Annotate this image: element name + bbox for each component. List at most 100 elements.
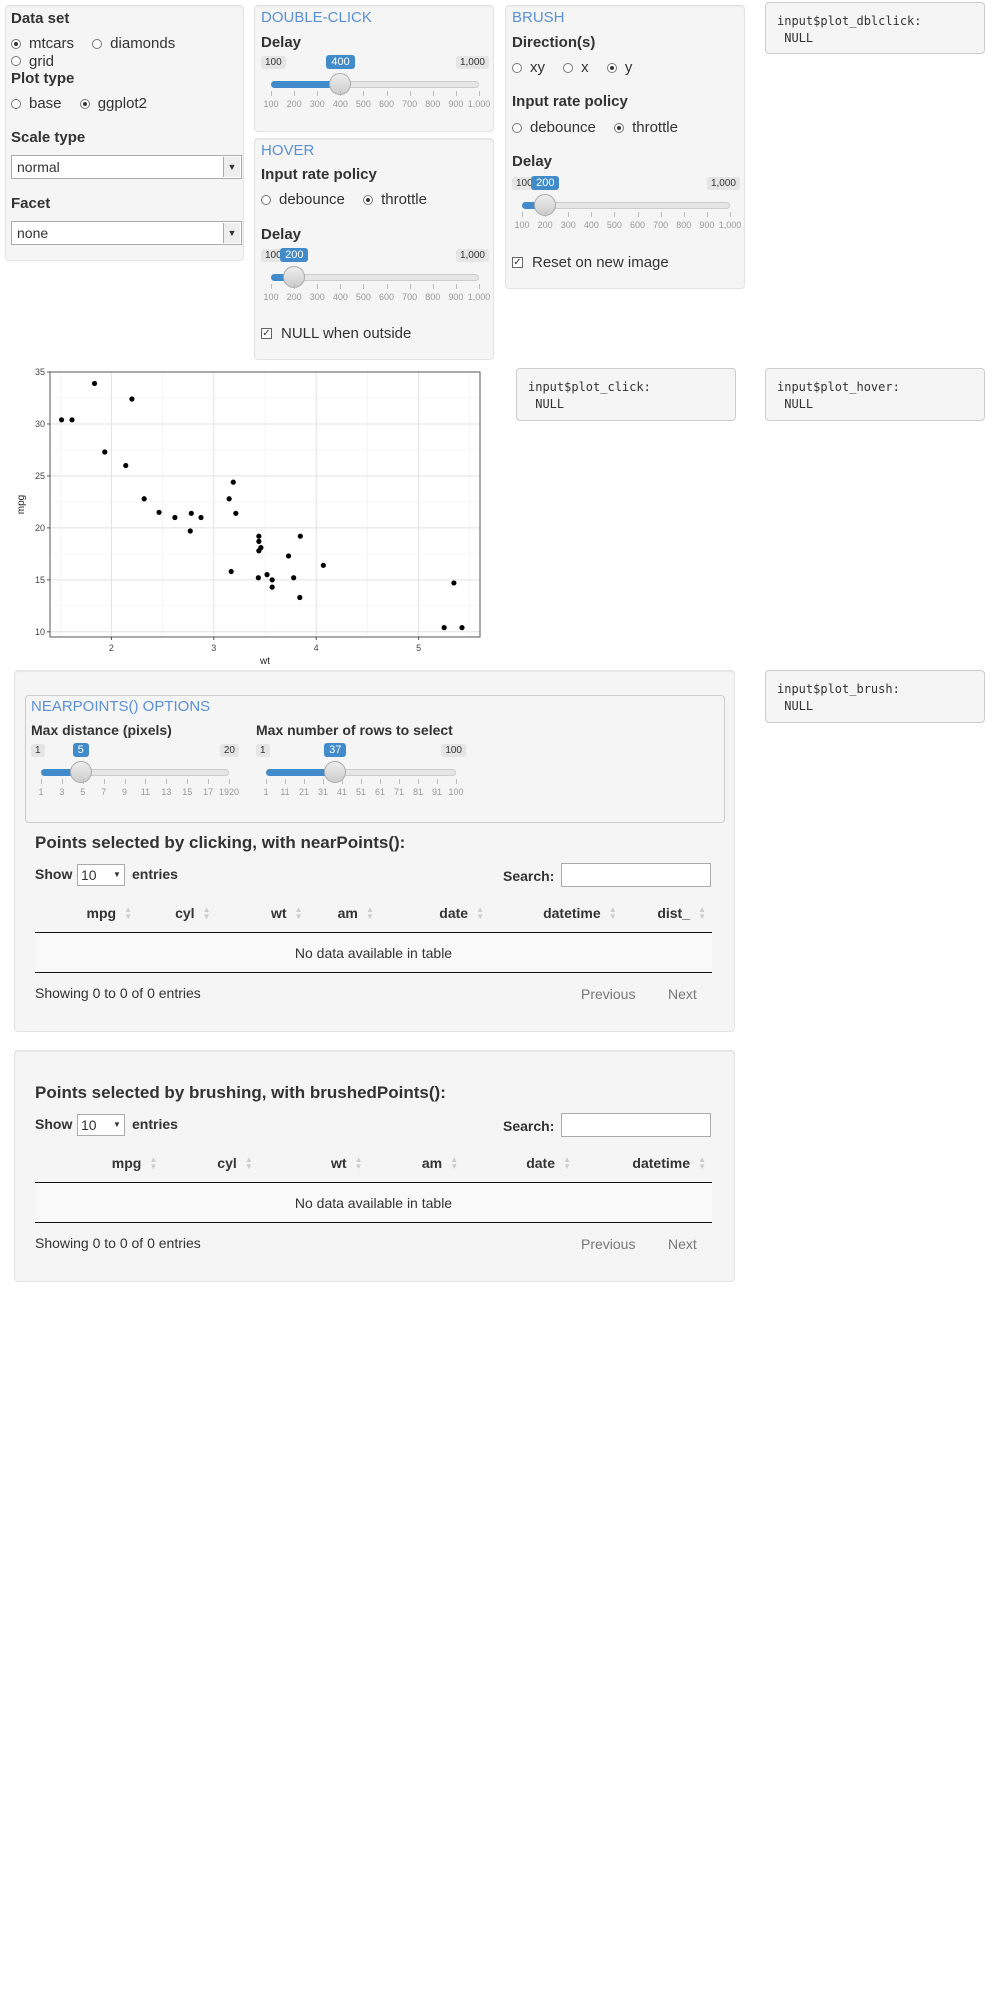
slider-tick-mark bbox=[386, 284, 388, 289]
slider-tick-mark bbox=[342, 779, 343, 784]
dblclick-delay-slider[interactable]: 100 1,000 400 100 200 300 400 500 600 700 800 900 1,… bbox=[261, 55, 490, 116]
data-point bbox=[188, 510, 194, 516]
brushed-search-label: Search: bbox=[503, 1118, 555, 1134]
data-point bbox=[297, 533, 303, 539]
slider-value-label: 400 bbox=[326, 55, 355, 69]
slider-tick-mark bbox=[614, 212, 616, 217]
brushed-col-date[interactable]: date ▲ ▼ bbox=[464, 1144, 577, 1183]
nearpoints-heading: Points selected by clicking, with nearPo… bbox=[35, 833, 406, 852]
hover-panel: HOVER Input rate policy debounce throttl… bbox=[254, 138, 494, 360]
brushed-col-wt[interactable]: wt ▲ ▼ bbox=[258, 1144, 369, 1183]
brush-policy-radio-throttle[interactable]: throttle bbox=[614, 119, 678, 136]
brush-policy-radio-debounce[interactable]: debounce bbox=[512, 119, 596, 136]
data-point bbox=[297, 594, 303, 601]
scale-type-select[interactable]: normal ▼ bbox=[11, 155, 242, 179]
slider-tick-label: 700 bbox=[402, 292, 418, 302]
data-point bbox=[451, 580, 457, 586]
sort-icon: ▲ ▼ bbox=[563, 1155, 571, 1171]
brushed-next-button[interactable]: Next bbox=[668, 1236, 697, 1252]
slider-tick-label: 13 bbox=[161, 787, 172, 797]
slider-tick-mark bbox=[456, 779, 457, 784]
brushed-col-datetime[interactable]: datetime ▲ ▼ bbox=[577, 1144, 712, 1183]
brushed-col-cyl[interactable]: cyl ▲ ▼ bbox=[163, 1144, 259, 1183]
click-output: input$plot_click: NULL bbox=[516, 368, 736, 421]
nearpoints-show-label: Show bbox=[35, 866, 73, 882]
brushed-previous-button[interactable]: Previous bbox=[581, 1236, 635, 1252]
data-point bbox=[285, 553, 292, 559]
slider-tick-mark bbox=[432, 91, 434, 96]
slider-tick-mark bbox=[545, 212, 547, 217]
brushed-search-input[interactable] bbox=[561, 1113, 711, 1137]
sort-icon: ▲ ▼ bbox=[124, 905, 133, 921]
facet-select[interactable]: none ▼ bbox=[11, 221, 242, 245]
reset-on-new-image-checkbox[interactable]: ✓ Reset on new image bbox=[512, 254, 669, 271]
nearpoints-next-button[interactable]: Next bbox=[668, 986, 697, 1002]
data-point bbox=[172, 514, 178, 521]
slider-tick-mark bbox=[386, 91, 388, 96]
slider-tick-label: 500 bbox=[606, 220, 622, 230]
brush-direction-radio-x[interactable]: x bbox=[563, 59, 589, 76]
nearpoints-col-date[interactable]: date ▲ ▼ bbox=[379, 894, 491, 933]
slider-max-label: 1,000 bbox=[455, 56, 489, 69]
facet-label: Facet bbox=[11, 195, 51, 212]
slider-max-label: 1,000 bbox=[706, 177, 740, 190]
brush-panel: BRUSH Direction(s) xy x y Input rate pol… bbox=[505, 5, 745, 289]
hover-policy-radio-debounce[interactable]: debounce bbox=[261, 191, 345, 208]
y-tick-label: 10 bbox=[35, 627, 45, 637]
slider-tick-label: 5 bbox=[80, 787, 86, 797]
brush-direction-label: Direction(s) bbox=[512, 34, 596, 51]
slider-tick-label: 100 bbox=[514, 220, 530, 230]
slider-tick-mark bbox=[145, 779, 147, 784]
dataset-radio-diamonds[interactable]: diamonds bbox=[92, 35, 175, 52]
dataset-radio-mtcars[interactable]: mtcars bbox=[11, 35, 74, 52]
slider-tick-label: 900 bbox=[699, 220, 715, 230]
nearpoints-col-cyl[interactable]: cyl ▲ ▼ bbox=[138, 894, 217, 933]
brush-delay-slider[interactable]: 100 1,000 200 100 200 300 400 500 600 700 800 900 1,… bbox=[512, 176, 741, 237]
brushed-entries-select[interactable]: 10 ▼ bbox=[77, 1114, 125, 1136]
hover-policy-radio-throttle[interactable]: throttle bbox=[363, 191, 427, 208]
brush-direction-radio-xy[interactable]: xy bbox=[512, 59, 545, 76]
hover-delay-slider[interactable]: 100 1,000 200 100 200 300 400 500 600 700 800 900 1,… bbox=[261, 248, 490, 309]
nearpoints-col-am[interactable]: am ▲ ▼ bbox=[308, 894, 380, 933]
data-point bbox=[58, 417, 65, 423]
max-rows-label: Max number of rows to select bbox=[256, 722, 453, 738]
hover-output: input$plot_hover: NULL bbox=[765, 368, 985, 421]
slider-tick-mark bbox=[266, 779, 267, 784]
hover-delay-label: Delay bbox=[261, 226, 302, 243]
plot-type-radio-base[interactable]: base bbox=[11, 95, 62, 112]
dataset-label: Data set bbox=[11, 10, 70, 27]
nearpoints-col-wt[interactable]: wt ▲ ▼ bbox=[216, 894, 309, 933]
slider-tick-label: 15 bbox=[182, 787, 193, 797]
slider-tick-label: 21 bbox=[298, 787, 310, 797]
x-axis-label: wt bbox=[259, 656, 270, 665]
data-point bbox=[256, 538, 262, 544]
max-distance-slider[interactable]: 1 20 5 1 3 5 7 9 11 13 15 17 1920 bbox=[31, 743, 239, 804]
dataset-radio-grid[interactable]: grid bbox=[11, 53, 54, 70]
slider-tick-label: 700 bbox=[653, 220, 669, 230]
max-rows-slider[interactable]: 1 100 37 1 11 21 31 41 51 61 71 81 91 100 bbox=[256, 743, 466, 804]
brushed-col-am[interactable]: am ▲ ▼ bbox=[368, 1144, 465, 1183]
slider-tick-mark bbox=[82, 779, 84, 784]
plot-type-radio-ggplot2[interactable]: ggplot2 bbox=[79, 95, 147, 112]
brushed-col-mpg[interactable]: mpg ▲ ▼ bbox=[35, 1144, 164, 1183]
slider-tick-label: 700 bbox=[402, 99, 418, 109]
null-outside-checkbox[interactable]: ✓ NULL when outside bbox=[261, 325, 411, 342]
y-tick-label: 20 bbox=[35, 523, 45, 533]
slider-tick-label: 300 bbox=[560, 220, 576, 230]
nearpoints-col-mpg[interactable]: mpg ▲ ▼ bbox=[35, 894, 139, 933]
nearpoints-search-input[interactable] bbox=[561, 863, 711, 887]
chevron-down-icon: ▼ bbox=[223, 157, 240, 177]
slider-tick-label: 7 bbox=[101, 787, 107, 797]
slider-handle[interactable] bbox=[69, 761, 92, 783]
nearpoints-col-dist-[interactable]: dist_ ▲ ▼ bbox=[622, 894, 712, 933]
slider-tick-mark bbox=[166, 779, 168, 784]
dblclick-output: input$plot_dblclick: NULL bbox=[765, 2, 985, 54]
nearpoints-col-datetime[interactable]: datetime ▲ ▼ bbox=[490, 894, 623, 933]
nearpoints-previous-button[interactable]: Previous bbox=[581, 986, 635, 1002]
sort-icon: ▲ ▼ bbox=[608, 905, 617, 921]
scatter-plot[interactable]: 2 3 4 5 10 15 20 25 30 35 wt mpg bbox=[14, 365, 486, 665]
slider-min-label: 1 bbox=[31, 744, 45, 757]
nearpoints-entries-select[interactable]: 10 ▼ bbox=[77, 864, 125, 886]
brush-direction-radio-y[interactable]: y bbox=[606, 59, 632, 76]
checkbox-checked-icon: ✓ bbox=[512, 257, 523, 268]
